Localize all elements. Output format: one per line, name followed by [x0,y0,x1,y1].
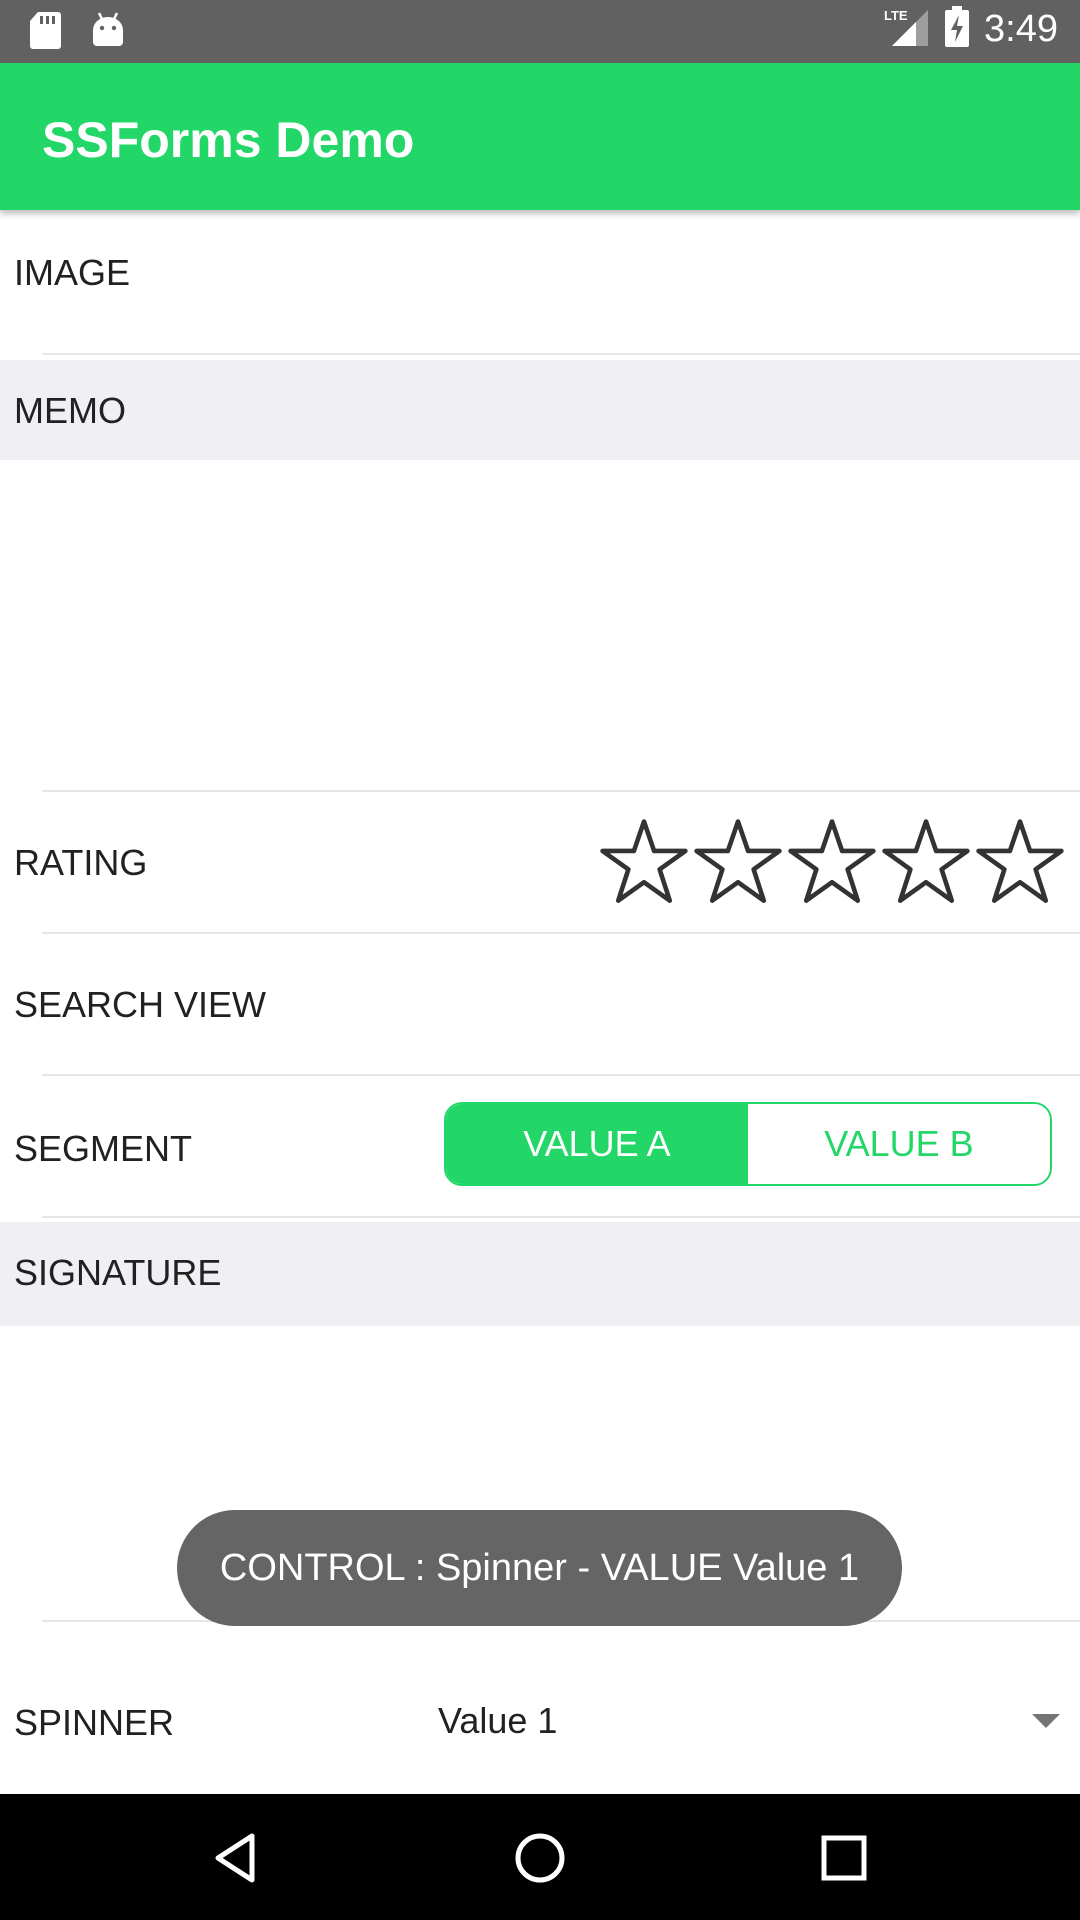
star-icon[interactable] [974,816,1066,908]
rating-label: RATING [14,842,148,883]
spinner-row[interactable]: SPINNER Value 1 [0,1622,1080,1794]
spinner-label: SPINNER [14,1702,175,1743]
rating-row: RATING [0,792,1080,932]
star-icon[interactable] [692,816,784,908]
navigation-bar [0,1794,1080,1920]
app-title: SSForms Demo [42,112,415,168]
image-label: IMAGE [14,252,131,293]
back-icon[interactable] [208,1830,264,1886]
memo-label: MEMO [14,390,126,431]
battery-charging-icon [944,6,970,53]
clock: 3:49 [984,8,1058,50]
home-icon[interactable] [512,1830,568,1886]
divider [42,1216,1080,1218]
spinner-selected-value[interactable]: Value 1 [438,1700,557,1742]
rating-bar[interactable] [598,816,1066,908]
dropdown-arrow-icon[interactable] [1032,1714,1060,1728]
memo-textarea[interactable] [0,460,1080,790]
memo-section-header: MEMO [0,360,1080,460]
svg-text:LTE: LTE [884,8,908,23]
star-icon[interactable] [786,816,878,908]
recents-icon[interactable] [816,1830,872,1886]
status-bar: LTE 3:49 [0,0,1080,63]
search-view-row[interactable]: SEARCH VIEW [0,934,1080,1074]
segment-label: SEGMENT [14,1128,193,1169]
app-bar: SSForms Demo [0,63,1080,210]
segment-value-a-button[interactable]: VALUE A [446,1104,748,1184]
star-icon[interactable] [880,816,972,908]
star-icon[interactable] [598,816,690,908]
search-view-label: SEARCH VIEW [14,984,267,1025]
segment-row: SEGMENT VALUE A VALUE B [0,1076,1080,1216]
signature-section-header: SIGNATURE [0,1222,1080,1326]
toast-message: CONTROL : Spinner - VALUE Value 1 [177,1510,902,1626]
segmented-control: VALUE A VALUE B [444,1102,1052,1186]
sd-card-icon [28,10,62,55]
image-row[interactable]: IMAGE [0,210,1080,354]
signature-label: SIGNATURE [14,1252,222,1293]
divider [42,353,1080,355]
segment-value-b-button[interactable]: VALUE B [748,1104,1050,1184]
android-icon [90,10,126,55]
signal-icon: LTE [882,6,930,53]
